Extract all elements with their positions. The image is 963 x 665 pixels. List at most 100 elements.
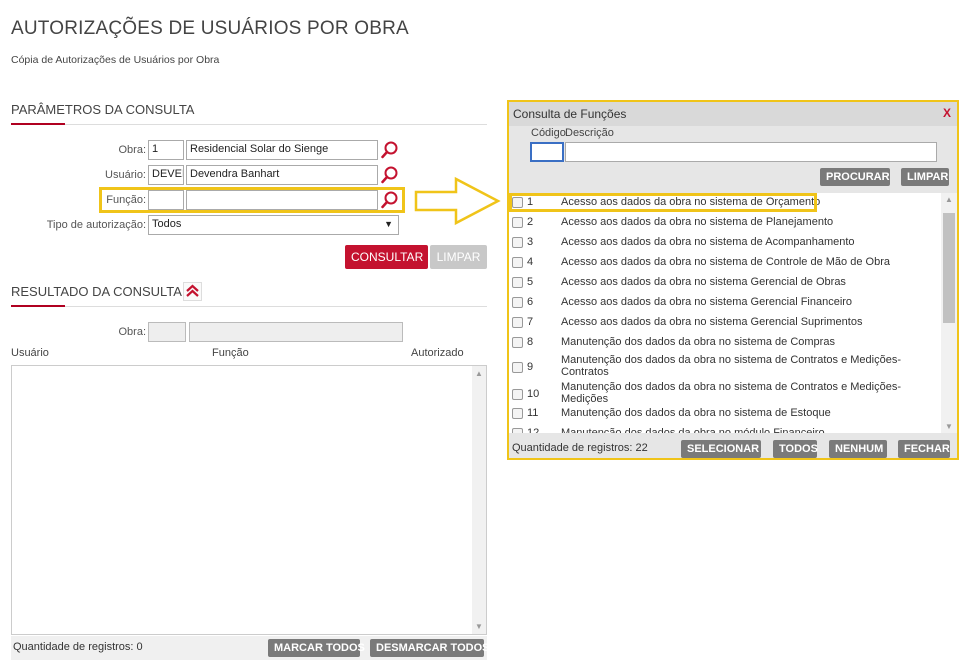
dialog-code-input[interactable] <box>530 142 564 162</box>
list-item[interactable]: 2 Acesso aos dados da obra no sistema de … <box>509 213 943 233</box>
col-funcao: Função <box>212 347 249 359</box>
row-checkbox[interactable] <box>512 362 523 373</box>
row-code: 2 <box>527 216 534 228</box>
col-usuario: Usuário <box>11 347 49 359</box>
row-checkbox[interactable] <box>512 237 523 248</box>
collapse-button[interactable] <box>183 282 202 301</box>
row-description: Acesso aos dados da obra no sistema de P… <box>561 216 834 228</box>
scroll-down-icon[interactable]: ▼ <box>941 422 957 431</box>
row-highlight <box>509 193 817 212</box>
row-code: 6 <box>527 296 534 308</box>
list-item[interactable]: 11 Manutenção dos dados da obra no sistem… <box>509 404 943 424</box>
scroll-down-icon[interactable]: ▼ <box>472 622 486 631</box>
usuario-search-button[interactable] <box>380 165 400 188</box>
results-divider <box>11 306 487 307</box>
funcao-name-input[interactable] <box>186 190 378 210</box>
funcao-search-button[interactable] <box>380 190 400 213</box>
dropdown-arrow-icon: ▼ <box>384 219 393 229</box>
row-description: Manutenção dos dados da obra no sistema … <box>561 381 901 405</box>
results-table: ▲ ▼ <box>11 365 487 635</box>
row-code: 5 <box>527 276 534 288</box>
row-description: Manutenção dos dados da obra no sistema … <box>561 336 835 348</box>
desmarcar-todos-button[interactable]: DESMARCAR TODOS <box>370 639 489 657</box>
chevron-double-up-icon <box>186 284 199 297</box>
row-checkbox[interactable] <box>512 217 523 228</box>
row-code: 7 <box>527 316 534 328</box>
close-icon[interactable]: X <box>943 106 951 120</box>
results-obra-code-input <box>148 322 186 342</box>
row-description: Acesso aos dados da obra no sistema de C… <box>561 256 890 268</box>
row-checkbox[interactable] <box>512 297 523 308</box>
funcao-code-input[interactable] <box>148 190 184 210</box>
row-code: 3 <box>527 236 534 248</box>
results-count: Quantidade de registros: 0 <box>13 641 143 653</box>
obra-search-button[interactable] <box>380 140 400 163</box>
dialog-desc-input[interactable] <box>565 142 937 162</box>
usuario-label: Usuário: <box>105 169 146 181</box>
funcoes-list: 12 Manutenção dos dados da obra no módulo… <box>509 193 957 433</box>
scroll-up-icon[interactable]: ▲ <box>472 369 486 378</box>
tipo-label: Tipo de autorização: <box>46 219 146 231</box>
dialog-col-desc: Descrição <box>565 127 614 139</box>
list-item[interactable]: 10 Manutenção dos dados da obra no sistem… <box>509 380 943 405</box>
obra-name-input[interactable]: Residencial Solar do Sienge <box>186 140 378 160</box>
procurar-button[interactable]: PROCURAR <box>820 168 890 186</box>
row-code: 11 <box>527 407 539 419</box>
search-icon <box>381 166 398 184</box>
list-item[interactable]: 6 Acesso aos dados da obra no sistema Ger… <box>509 293 943 313</box>
params-accent <box>11 123 65 125</box>
selecionar-button[interactable]: SELECIONAR <box>681 440 761 458</box>
dialog-limpar-button[interactable]: LIMPAR <box>901 168 949 186</box>
usuario-code-input[interactable]: DEVENDRA <box>148 165 184 185</box>
search-icon <box>381 191 398 209</box>
obra-code-input[interactable]: 1 <box>148 140 184 160</box>
params-divider <box>11 124 487 125</box>
row-checkbox[interactable] <box>512 317 523 328</box>
row-checkbox[interactable] <box>512 428 523 433</box>
consultar-button[interactable]: CONSULTAR <box>345 245 428 269</box>
row-checkbox[interactable] <box>512 408 523 419</box>
dialog-col-code: Código <box>531 127 566 139</box>
list-item[interactable]: 5 Acesso aos dados da obra no sistema Ger… <box>509 273 943 293</box>
usuario-name-input[interactable]: Devendra Banhart <box>186 165 378 185</box>
row-checkbox[interactable] <box>512 257 523 268</box>
arrow-right-icon <box>414 176 501 226</box>
dialog-footer: Quantidade de registros: 22 SELECIONAR T… <box>509 436 957 460</box>
row-code: 10 <box>527 388 540 400</box>
row-checkbox[interactable] <box>512 337 523 348</box>
dialog-header: Consulta de Funções X <box>509 102 957 126</box>
scroll-up-icon[interactable]: ▲ <box>941 195 957 204</box>
row-code: 12 <box>527 427 540 433</box>
tipo-select-value: Todos <box>152 218 182 230</box>
marcar-todos-button[interactable]: MARCAR TODOS <box>268 639 365 657</box>
row-description: Manutenção dos dados da obra no módulo F… <box>561 427 825 433</box>
obra-label: Obra: <box>118 144 146 156</box>
row-checkbox[interactable] <box>512 389 523 400</box>
fechar-button[interactable]: FECHAR <box>898 440 950 458</box>
list-item[interactable]: 12 Manutenção dos dados da obra no módulo… <box>509 424 943 433</box>
todos-button[interactable]: TODOS <box>773 440 818 458</box>
row-description: Manutenção dos dados da obra no sistema … <box>561 407 831 419</box>
row-checkbox[interactable] <box>512 277 523 288</box>
list-item[interactable]: 4 Acesso aos dados da obra no sistema de … <box>509 253 943 273</box>
list-item[interactable]: 8 Manutenção dos dados da obra no sistema… <box>509 333 943 353</box>
dialog-scrollbar[interactable]: ▲ ▼ <box>941 193 957 433</box>
row-description: Acesso aos dados da obra no sistema Gere… <box>561 296 853 308</box>
row-code: 9 <box>527 361 534 373</box>
results-obra-label: Obra: <box>118 326 146 338</box>
results-obra-name-input <box>189 322 403 342</box>
page-subtitle: Cópia de Autorizações de Usuários por Ob… <box>11 54 220 66</box>
list-item[interactable]: 3 Acesso aos dados da obra no sistema de … <box>509 233 943 253</box>
dialog-count: Quantidade de registros: 22 <box>512 442 648 454</box>
dialog-title: Consulta de Funções <box>513 107 627 121</box>
row-description: Acesso aos dados da obra no sistema de A… <box>561 236 855 248</box>
list-item[interactable]: 7 Acesso aos dados da obra no sistema Ger… <box>509 313 943 333</box>
nenhum-button[interactable]: NENHUM <box>829 440 887 458</box>
scroll-thumb[interactable] <box>943 213 955 323</box>
results-scrollbar[interactable]: ▲ ▼ <box>472 366 486 634</box>
limpar-button[interactable]: LIMPAR <box>430 245 487 269</box>
row-description: Acesso aos dados da obra no sistema Gere… <box>561 276 846 288</box>
tipo-select[interactable]: Todos ▼ <box>148 215 399 235</box>
results-accent <box>11 305 65 307</box>
list-item[interactable]: 9 Manutenção dos dados da obra no sistema… <box>509 353 943 378</box>
